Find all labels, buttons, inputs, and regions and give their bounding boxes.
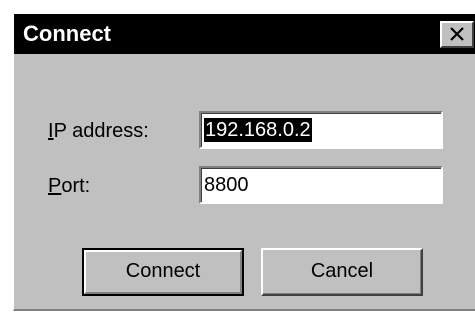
- port-value: 8800: [204, 174, 249, 196]
- connect-button[interactable]: Connect: [82, 248, 244, 296]
- cancel-button[interactable]: Cancel: [261, 248, 423, 296]
- title-bar[interactable]: Connect: [14, 14, 475, 54]
- ip-address-label-text: P address:: [53, 120, 149, 142]
- close-icon: [450, 27, 464, 41]
- ip-address-input[interactable]: 192.168.0.2: [199, 111, 443, 149]
- port-input[interactable]: 8800: [199, 166, 443, 204]
- port-label-text: ort:: [61, 175, 91, 197]
- close-button[interactable]: [440, 21, 474, 48]
- ip-address-label: IP address:: [48, 119, 149, 143]
- cancel-button-label: Cancel: [310, 260, 374, 282]
- ip-address-value: 192.168.0.2: [204, 118, 312, 142]
- connect-dialog: Connect IP address: 192.168.0.2 Port: 88…: [13, 13, 475, 311]
- window-title: Connect: [23, 21, 111, 46]
- port-label: Port:: [48, 174, 90, 198]
- connect-button-label: Connect: [125, 260, 201, 282]
- port-mnemonic: P: [48, 175, 62, 197]
